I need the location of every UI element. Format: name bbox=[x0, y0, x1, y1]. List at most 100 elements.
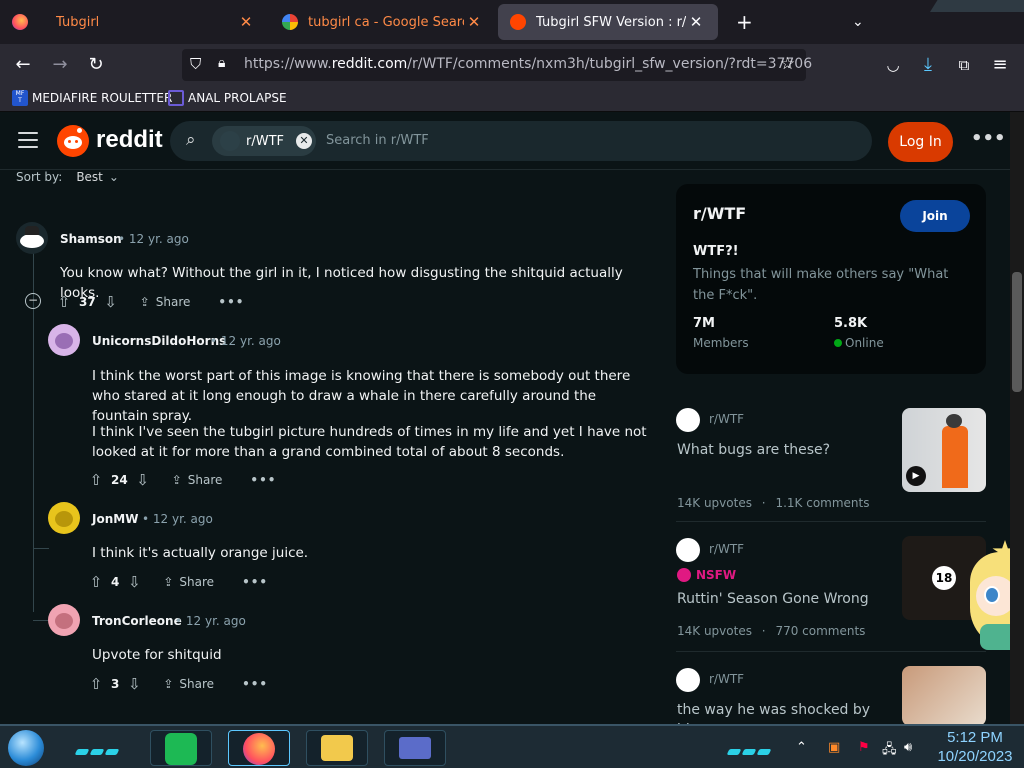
url-text[interactable]: https://www.reddit.com/r/WTF/comments/nx… bbox=[244, 56, 812, 72]
related-post-3[interactable]: r/WTF the way he was shocked by his bbox=[676, 664, 986, 724]
post-meta: 14K upvotes · 1.1K comments bbox=[677, 496, 869, 510]
post-subreddit[interactable]: r/WTF bbox=[709, 672, 744, 686]
sort-dropdown[interactable]: Sort by: Best ⌄ bbox=[16, 170, 119, 184]
comment-time: • 12 yr. ago bbox=[118, 232, 189, 246]
tab-tubgirl[interactable]: Tubgirl ✕ bbox=[44, 4, 268, 40]
taskbar-app-slot-active[interactable] bbox=[228, 730, 290, 766]
post-title[interactable]: the way he was shocked by his bbox=[677, 700, 887, 724]
extensions-button[interactable]: ⧉ bbox=[951, 52, 977, 78]
more-options-icon[interactable]: ••• bbox=[971, 128, 1006, 149]
start-button-icon[interactable] bbox=[8, 730, 44, 766]
more-options-icon[interactable]: ••• bbox=[250, 473, 276, 487]
back-button[interactable]: ← bbox=[10, 52, 36, 78]
collapse-thread-icon[interactable]: − bbox=[25, 293, 41, 309]
upvote-icon[interactable]: ⇧ bbox=[87, 573, 105, 591]
bookmark-mediafire[interactable]: MF T MEDIAFIRE ROULETTER bbox=[12, 90, 172, 106]
taskbar-app-slot[interactable] bbox=[384, 730, 446, 766]
related-post-2[interactable]: r/WTF NSFW Ruttin' Season Gone Wrong 14K… bbox=[676, 534, 986, 652]
downvote-icon[interactable]: ⇩ bbox=[125, 675, 143, 693]
play-icon[interactable]: ▶ bbox=[906, 466, 926, 486]
nsfw-label: NSFW bbox=[696, 568, 737, 582]
taskbar-decoration bbox=[726, 740, 773, 755]
close-icon[interactable]: ✕ bbox=[236, 13, 256, 31]
show-hidden-icons-icon[interactable]: ⌃ bbox=[796, 740, 807, 755]
tray-app-icon[interactable]: ▣ bbox=[828, 740, 840, 755]
tab-label: Tubgirl SFW Version : r/WTF bbox=[536, 14, 686, 30]
related-post-1[interactable]: r/WTF What bugs are these? 14K upvotes ·… bbox=[676, 404, 986, 522]
hamburger-menu-icon[interactable] bbox=[18, 132, 38, 148]
avatar[interactable] bbox=[48, 324, 80, 356]
taskbar-app-slot[interactable] bbox=[306, 730, 368, 766]
firefox-menu-icon[interactable] bbox=[0, 4, 40, 40]
avatar[interactable] bbox=[48, 604, 80, 636]
downloads-button[interactable]: ⤓ bbox=[915, 52, 941, 78]
tab-list-button[interactable]: ⌄ bbox=[840, 4, 872, 40]
post-comments: 770 comments bbox=[775, 624, 866, 638]
subreddit-title[interactable]: r/WTF bbox=[693, 204, 746, 223]
more-options-icon[interactable]: ••• bbox=[218, 295, 244, 309]
post-thumbnail[interactable] bbox=[902, 666, 986, 724]
downvote-icon[interactable]: ⇩ bbox=[102, 293, 120, 311]
comment-username[interactable]: TronCorleone bbox=[92, 614, 182, 628]
google-icon bbox=[282, 14, 298, 30]
tab-google-search[interactable]: tubgirl ca - Google Search ✕ bbox=[270, 4, 496, 40]
volume-icon[interactable]: 🔊︎ bbox=[904, 740, 912, 755]
avatar[interactable] bbox=[16, 222, 48, 254]
reload-button[interactable]: ↻ bbox=[83, 52, 109, 78]
share-button[interactable]: ⇪ Share bbox=[163, 575, 214, 589]
reddit-wordmark[interactable]: reddit bbox=[96, 126, 163, 154]
close-icon[interactable]: ✕ bbox=[464, 13, 484, 31]
subreddit-avatar-icon bbox=[676, 668, 700, 692]
join-button[interactable]: Join bbox=[900, 200, 970, 232]
thread-line bbox=[33, 620, 49, 621]
avatar[interactable] bbox=[48, 502, 80, 534]
pocket-button[interactable]: ◡ bbox=[880, 52, 906, 78]
bookmark-second[interactable]: ANAL PROLAPSE bbox=[168, 90, 287, 106]
members-count: 7M bbox=[693, 316, 715, 331]
share-button[interactable]: ⇪ Share bbox=[172, 473, 223, 487]
search-placeholder[interactable]: Search in r/WTF bbox=[326, 133, 429, 148]
forward-button[interactable]: → bbox=[47, 52, 73, 78]
tab-reddit-active[interactable]: Tubgirl SFW Version : r/WTF ✕ bbox=[498, 4, 718, 40]
vote-count: 24 bbox=[111, 473, 128, 487]
close-icon[interactable]: ✕ bbox=[686, 13, 706, 31]
post-title[interactable]: What bugs are these? bbox=[677, 440, 887, 460]
post-subreddit[interactable]: r/WTF bbox=[709, 412, 744, 426]
post-subreddit[interactable]: r/WTF bbox=[709, 542, 744, 556]
lock-icon[interactable]: 🔒︎ bbox=[218, 55, 225, 71]
action-center-flag-icon[interactable]: ⚑ bbox=[858, 740, 870, 755]
menu-button[interactable]: ≡ bbox=[987, 52, 1013, 78]
star-icon[interactable]: ☆ bbox=[780, 54, 795, 74]
share-button[interactable]: ⇪ Share bbox=[140, 295, 191, 309]
url-bar[interactable]: ⛉ 🔒︎ https://www.reddit.com/r/WTF/commen… bbox=[182, 49, 812, 81]
upvote-icon[interactable]: ⇧ bbox=[55, 293, 73, 311]
clear-chip-icon[interactable]: ✕ bbox=[296, 133, 312, 149]
upvote-icon[interactable]: ⇧ bbox=[87, 675, 105, 693]
reddit-logo-icon[interactable] bbox=[57, 125, 89, 157]
more-options-icon[interactable]: ••• bbox=[242, 677, 268, 691]
more-options-icon[interactable]: ••• bbox=[242, 575, 268, 589]
downvote-icon[interactable]: ⇩ bbox=[125, 573, 143, 591]
arrow-left-icon: ← bbox=[15, 54, 31, 75]
clock-date: 10/20/2023 bbox=[937, 748, 1013, 765]
downvote-icon[interactable]: ⇩ bbox=[134, 471, 152, 489]
reddit-search-bar[interactable]: ⌕ r/WTF ✕ Search in r/WTF bbox=[170, 121, 872, 161]
network-icon[interactable]: 🖧︎ bbox=[882, 740, 897, 762]
new-tab-button[interactable]: + bbox=[724, 4, 756, 40]
share-button[interactable]: ⇪ Share bbox=[163, 677, 214, 691]
subreddit-search-chip[interactable]: r/WTF ✕ bbox=[212, 126, 316, 156]
comment-username[interactable]: JonMW bbox=[92, 512, 138, 526]
system-clock[interactable]: 5:12 PM 10/20/2023 bbox=[930, 728, 1020, 766]
age-18-badge: 18 bbox=[932, 566, 956, 590]
post-thumbnail[interactable]: ▶ bbox=[902, 408, 986, 492]
page-scrollbar-thumb[interactable] bbox=[1012, 272, 1022, 392]
post-title[interactable]: Ruttin' Season Gone Wrong bbox=[677, 589, 887, 609]
subreddit-avatar-icon bbox=[676, 408, 700, 432]
page-scrollbar-track[interactable] bbox=[1010, 112, 1024, 724]
shield-icon[interactable]: ⛉ bbox=[190, 55, 201, 73]
comment-username[interactable]: Shamson bbox=[60, 232, 122, 246]
taskbar-app-slot[interactable] bbox=[150, 730, 212, 766]
login-button[interactable]: Log In bbox=[888, 122, 953, 162]
upvote-icon[interactable]: ⇧ bbox=[87, 471, 105, 489]
comment-username[interactable]: UnicornsDildoHorns bbox=[92, 334, 226, 348]
